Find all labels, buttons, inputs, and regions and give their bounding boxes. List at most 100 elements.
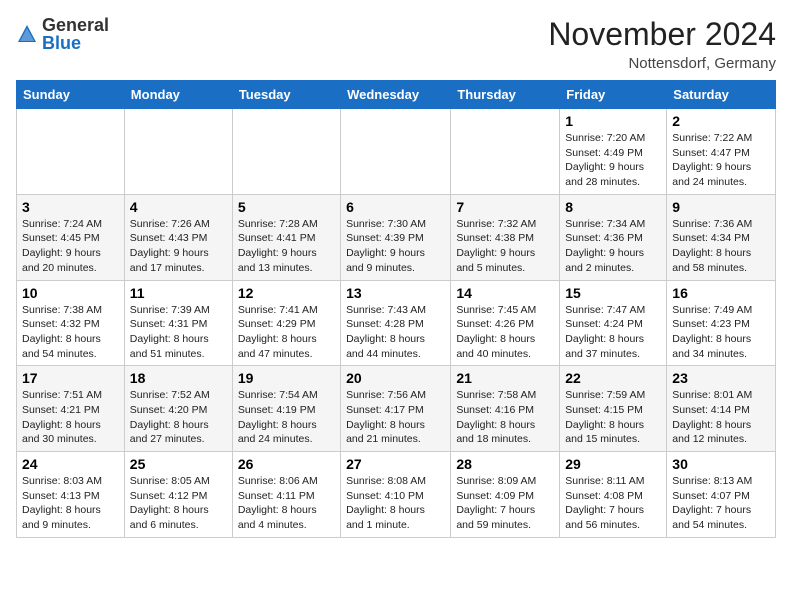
day-info: Sunrise: 8:13 AM Sunset: 4:07 PM Dayligh…: [672, 474, 770, 533]
location-title: Nottensdorf, Germany: [548, 55, 776, 72]
weekday-header-tuesday: Tuesday: [232, 81, 340, 109]
calendar-cell: 13 Sunrise: 7:43 AM Sunset: 4:28 PM Dayli…: [341, 280, 451, 366]
calendar-cell: 16 Sunrise: 7:49 AM Sunset: 4:23 PM Dayli…: [667, 280, 776, 366]
calendar-week-row: 3 Sunrise: 7:24 AM Sunset: 4:45 PM Daylig…: [17, 194, 776, 280]
day-info: Sunrise: 7:36 AM Sunset: 4:34 PM Dayligh…: [672, 217, 770, 276]
calendar-week-row: 1Sunrise: 7:20 AM Sunset: 4:49 PM Daylig…: [17, 109, 776, 195]
calendar-cell: 8 Sunrise: 7:34 AM Sunset: 4:36 PM Daylig…: [560, 194, 667, 280]
calendar-cell: 7 Sunrise: 7:32 AM Sunset: 4:38 PM Daylig…: [451, 194, 560, 280]
day-info: Sunrise: 7:20 AM Sunset: 4:49 PM Dayligh…: [565, 131, 661, 190]
day-number: 4: [130, 199, 227, 215]
calendar-week-row: 24 Sunrise: 8:03 AM Sunset: 4:13 PM Dayli…: [17, 452, 776, 538]
calendar-cell: [17, 109, 125, 195]
calendar-cell: 5Sunrise: 7:28 AM Sunset: 4:41 PM Daylig…: [232, 194, 340, 280]
calendar-cell: 6 Sunrise: 7:30 AM Sunset: 4:39 PM Daylig…: [341, 194, 451, 280]
day-info: Sunrise: 7:39 AM Sunset: 4:31 PM Dayligh…: [130, 303, 227, 362]
calendar-cell: 19Sunrise: 7:54 AM Sunset: 4:19 PM Dayli…: [232, 366, 340, 452]
day-number: 17: [22, 370, 119, 386]
calendar-cell: 15Sunrise: 7:47 AM Sunset: 4:24 PM Dayli…: [560, 280, 667, 366]
logo-icon: [16, 23, 38, 45]
calendar-week-row: 10Sunrise: 7:38 AM Sunset: 4:32 PM Dayli…: [17, 280, 776, 366]
calendar-cell: 17 Sunrise: 7:51 AM Sunset: 4:21 PM Dayli…: [17, 366, 125, 452]
day-info: Sunrise: 8:03 AM Sunset: 4:13 PM Dayligh…: [22, 474, 119, 533]
day-number: 21: [456, 370, 554, 386]
day-number: 15: [565, 285, 661, 301]
calendar-table: SundayMondayTuesdayWednesdayThursdayFrid…: [16, 80, 776, 538]
calendar-cell: 1Sunrise: 7:20 AM Sunset: 4:49 PM Daylig…: [560, 109, 667, 195]
calendar-cell: 11 Sunrise: 7:39 AM Sunset: 4:31 PM Dayli…: [124, 280, 232, 366]
day-number: 13: [346, 285, 445, 301]
day-info: Sunrise: 7:51 AM Sunset: 4:21 PM Dayligh…: [22, 388, 119, 447]
day-info: Sunrise: 7:56 AM Sunset: 4:17 PM Dayligh…: [346, 388, 445, 447]
day-info: Sunrise: 7:43 AM Sunset: 4:28 PM Dayligh…: [346, 303, 445, 362]
weekday-header-wednesday: Wednesday: [341, 81, 451, 109]
calendar-cell: 14 Sunrise: 7:45 AM Sunset: 4:26 PM Dayli…: [451, 280, 560, 366]
day-info: Sunrise: 7:24 AM Sunset: 4:45 PM Dayligh…: [22, 217, 119, 276]
calendar-cell: 27Sunrise: 8:08 AM Sunset: 4:10 PM Dayli…: [341, 452, 451, 538]
calendar-header-row: SundayMondayTuesdayWednesdayThursdayFrid…: [17, 81, 776, 109]
day-info: Sunrise: 7:59 AM Sunset: 4:15 PM Dayligh…: [565, 388, 661, 447]
calendar-cell: 20 Sunrise: 7:56 AM Sunset: 4:17 PM Dayli…: [341, 366, 451, 452]
day-number: 29: [565, 456, 661, 472]
month-title: November 2024: [548, 16, 776, 53]
weekday-header-friday: Friday: [560, 81, 667, 109]
day-number: 9: [672, 199, 770, 215]
calendar-week-row: 17 Sunrise: 7:51 AM Sunset: 4:21 PM Dayli…: [17, 366, 776, 452]
day-number: 14: [456, 285, 554, 301]
calendar-cell: [232, 109, 340, 195]
day-number: 24: [22, 456, 119, 472]
logo-blue-text: Blue: [42, 34, 109, 52]
day-info: Sunrise: 7:28 AM Sunset: 4:41 PM Dayligh…: [238, 217, 335, 276]
calendar-cell: 28Sunrise: 8:09 AM Sunset: 4:09 PM Dayli…: [451, 452, 560, 538]
day-info: Sunrise: 7:32 AM Sunset: 4:38 PM Dayligh…: [456, 217, 554, 276]
day-number: 12: [238, 285, 335, 301]
day-number: 30: [672, 456, 770, 472]
day-number: 27: [346, 456, 445, 472]
calendar-cell: 30 Sunrise: 8:13 AM Sunset: 4:07 PM Dayli…: [667, 452, 776, 538]
day-info: Sunrise: 7:45 AM Sunset: 4:26 PM Dayligh…: [456, 303, 554, 362]
day-info: Sunrise: 7:22 AM Sunset: 4:47 PM Dayligh…: [672, 131, 770, 190]
day-info: Sunrise: 8:05 AM Sunset: 4:12 PM Dayligh…: [130, 474, 227, 533]
calendar-cell: 26Sunrise: 8:06 AM Sunset: 4:11 PM Dayli…: [232, 452, 340, 538]
day-number: 20: [346, 370, 445, 386]
day-info: Sunrise: 8:09 AM Sunset: 4:09 PM Dayligh…: [456, 474, 554, 533]
day-number: 8: [565, 199, 661, 215]
day-number: 6: [346, 199, 445, 215]
day-info: Sunrise: 7:58 AM Sunset: 4:16 PM Dayligh…: [456, 388, 554, 447]
calendar-cell: [124, 109, 232, 195]
day-info: Sunrise: 7:34 AM Sunset: 4:36 PM Dayligh…: [565, 217, 661, 276]
day-number: 22: [565, 370, 661, 386]
calendar-cell: 2 Sunrise: 7:22 AM Sunset: 4:47 PM Daylig…: [667, 109, 776, 195]
day-info: Sunrise: 7:54 AM Sunset: 4:19 PM Dayligh…: [238, 388, 335, 447]
day-info: Sunrise: 7:49 AM Sunset: 4:23 PM Dayligh…: [672, 303, 770, 362]
calendar-cell: [451, 109, 560, 195]
day-info: Sunrise: 8:06 AM Sunset: 4:11 PM Dayligh…: [238, 474, 335, 533]
weekday-header-thursday: Thursday: [451, 81, 560, 109]
weekday-header-sunday: Sunday: [17, 81, 125, 109]
calendar-cell: 3 Sunrise: 7:24 AM Sunset: 4:45 PM Daylig…: [17, 194, 125, 280]
day-info: Sunrise: 7:38 AM Sunset: 4:32 PM Dayligh…: [22, 303, 119, 362]
day-info: Sunrise: 7:26 AM Sunset: 4:43 PM Dayligh…: [130, 217, 227, 276]
day-number: 2: [672, 113, 770, 129]
day-number: 11: [130, 285, 227, 301]
calendar-cell: 12 Sunrise: 7:41 AM Sunset: 4:29 PM Dayli…: [232, 280, 340, 366]
calendar-cell: 25Sunrise: 8:05 AM Sunset: 4:12 PM Dayli…: [124, 452, 232, 538]
day-number: 23: [672, 370, 770, 386]
day-info: Sunrise: 7:52 AM Sunset: 4:20 PM Dayligh…: [130, 388, 227, 447]
calendar-cell: 22 Sunrise: 7:59 AM Sunset: 4:15 PM Dayli…: [560, 366, 667, 452]
calendar-cell: 18Sunrise: 7:52 AM Sunset: 4:20 PM Dayli…: [124, 366, 232, 452]
day-info: Sunrise: 7:41 AM Sunset: 4:29 PM Dayligh…: [238, 303, 335, 362]
day-number: 7: [456, 199, 554, 215]
page-header: General Blue November 2024 Nottensdorf, …: [16, 16, 776, 72]
weekday-header-monday: Monday: [124, 81, 232, 109]
logo: General Blue: [16, 16, 109, 52]
logo-general-text: General: [42, 16, 109, 34]
day-info: Sunrise: 8:11 AM Sunset: 4:08 PM Dayligh…: [565, 474, 661, 533]
day-number: 3: [22, 199, 119, 215]
calendar-cell: 10Sunrise: 7:38 AM Sunset: 4:32 PM Dayli…: [17, 280, 125, 366]
calendar-cell: 9 Sunrise: 7:36 AM Sunset: 4:34 PM Daylig…: [667, 194, 776, 280]
day-number: 16: [672, 285, 770, 301]
day-info: Sunrise: 7:30 AM Sunset: 4:39 PM Dayligh…: [346, 217, 445, 276]
day-info: Sunrise: 8:01 AM Sunset: 4:14 PM Dayligh…: [672, 388, 770, 447]
calendar-cell: 21 Sunrise: 7:58 AM Sunset: 4:16 PM Dayli…: [451, 366, 560, 452]
